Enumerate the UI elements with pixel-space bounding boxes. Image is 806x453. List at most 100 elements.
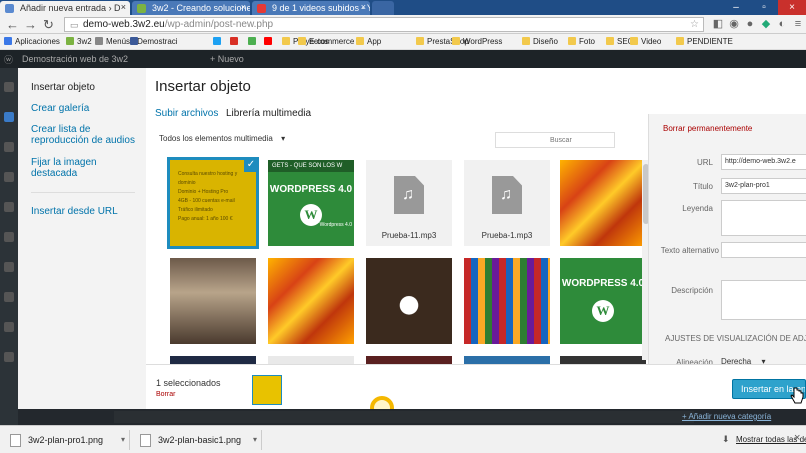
comments-icon[interactable]: [4, 202, 14, 212]
tab-title: Añadir nueva entrada › D: [20, 3, 121, 13]
minimize-icon[interactable]: –: [722, 0, 750, 15]
menu-create-audio-playlist[interactable]: Crear lista de reproducción de audios: [31, 124, 141, 146]
delete-permanently-link[interactable]: Borrar permanentemente: [663, 124, 752, 133]
maximize-icon[interactable]: ▫: [750, 0, 778, 15]
bookmark-item[interactable]: [130, 36, 141, 48]
attachment-filename: Prueba-11.mp3: [381, 231, 437, 240]
bookmark-item[interactable]: Video: [630, 36, 661, 48]
attachment-tile[interactable]: GETS - QUE SON LOS W WORDPRESS 4.0 W Wordpr…: [268, 160, 354, 246]
tools-icon[interactable]: [4, 322, 14, 332]
new-content-menu[interactable]: + Nuevo: [210, 54, 244, 64]
search-input[interactable]: [495, 132, 615, 148]
folder-icon: [606, 37, 614, 45]
menu-insert-object[interactable]: Insertar objeto: [31, 82, 141, 93]
appearance-icon[interactable]: [4, 232, 14, 242]
bookmark-item[interactable]: WordPress: [452, 36, 502, 48]
bookmark-item[interactable]: 3w2: [66, 36, 92, 48]
bookmark-item[interactable]: [248, 36, 259, 48]
bookmark-item[interactable]: E-commerce: [298, 36, 354, 48]
extension-icon[interactable]: ◐: [776, 18, 788, 30]
address-bar[interactable]: ▭ demo-web.3w2.eu/wp-admin/post-new.php …: [64, 17, 704, 32]
extension-icon[interactable]: ◆: [760, 18, 772, 30]
wordpress-favicon-icon: [5, 4, 14, 13]
chevron-down-icon[interactable]: ▾: [121, 430, 125, 450]
new-tab-button[interactable]: [372, 1, 394, 15]
bookmarks-bar: Aplicaciones 3w2 Menús - Demostraci Proyect…: [0, 34, 806, 50]
menu-create-gallery[interactable]: Crear galería: [31, 103, 141, 114]
bookmark-label: Aplicaciones: [15, 37, 60, 46]
thumbnail-text: Tráfico ilimitado: [178, 207, 213, 213]
tab-upload-files[interactable]: Subir archivos: [155, 108, 218, 119]
bookmark-item[interactable]: [264, 36, 275, 48]
tab-anadir-entrada[interactable]: Añadir nueva entrada › D ×: [0, 1, 130, 15]
attachment-tile[interactable]: ♫ Prueba-11.mp3: [366, 160, 452, 246]
close-tab-icon[interactable]: ×: [241, 2, 246, 12]
settings-icon[interactable]: [4, 352, 14, 362]
chevron-down-icon[interactable]: ▾: [253, 430, 257, 450]
window-close-icon[interactable]: ×: [778, 0, 806, 15]
extension-icon[interactable]: ◧: [712, 18, 724, 30]
pages-icon[interactable]: [4, 172, 14, 182]
reload-icon[interactable]: ↻: [43, 17, 54, 32]
attachment-details: Borrar permanentemente URL http://demo-w…: [648, 114, 806, 376]
close-shelf-icon[interactable]: ×: [794, 432, 800, 444]
attachment-tile[interactable]: [560, 160, 646, 246]
bookmark-item[interactable]: PENDIENTE: [676, 36, 733, 48]
download-item[interactable]: 3w2-plan-basic1.png ▾: [134, 430, 262, 450]
attachment-tile[interactable]: WORDPRESS 4.0 W: [560, 258, 646, 344]
wordpress-logo-icon[interactable]: ⓦ: [4, 53, 13, 66]
selection-thumbnail[interactable]: [252, 375, 282, 405]
attachment-tile[interactable]: [170, 258, 256, 344]
users-icon[interactable]: [4, 292, 14, 302]
attachment-tile[interactable]: [464, 258, 550, 344]
url-field[interactable]: http://demo-web.3w2.e: [721, 154, 806, 170]
site-name[interactable]: Demostración web de 3w2: [22, 54, 128, 64]
media-type-filter[interactable]: Todos los elementos multimedia ▾: [159, 134, 285, 143]
bookmark-item[interactable]: App: [356, 36, 381, 48]
attachment-tile[interactable]: [268, 258, 354, 344]
description-field[interactable]: [721, 280, 806, 320]
clear-selection-link[interactable]: Borrar: [156, 391, 175, 398]
tab-3w2[interactable]: 3w2 - Creando solucione ×: [132, 1, 250, 15]
tab-youtube[interactable]: 9 de 1 videos subidos - Yo ×: [252, 1, 370, 15]
bookmark-item[interactable]: [213, 36, 224, 48]
caption-field[interactable]: [721, 200, 806, 236]
url-label: URL: [696, 158, 713, 167]
folder-icon: [676, 37, 684, 45]
dashboard-icon[interactable]: [4, 82, 14, 92]
menu-set-featured-image[interactable]: Fijar la imagen destacada: [31, 157, 141, 179]
alt-text-field[interactable]: [721, 242, 806, 258]
extension-icon[interactable]: ◉: [728, 18, 740, 30]
bookmark-item[interactable]: [230, 36, 241, 48]
menu-separator: [31, 192, 135, 193]
download-item[interactable]: 3w2-plan-pro1.png ▾: [4, 430, 130, 450]
check-icon[interactable]: ✓: [244, 160, 256, 172]
plugins-icon[interactable]: [4, 262, 14, 272]
tab-media-library[interactable]: Librería multimedia: [226, 108, 311, 119]
media-modal: Insertar objeto Crear galería Crear list…: [18, 68, 806, 420]
bookmark-item[interactable]: Foto: [568, 36, 595, 48]
close-tab-icon[interactable]: ×: [361, 2, 366, 12]
attachment-tile[interactable]: Consulta nuestro hosting y dominio Domini…: [167, 157, 259, 249]
bell-icon[interactable]: ●: [744, 18, 756, 30]
download-filename: 3w2-plan-basic1.png: [158, 435, 242, 445]
thumbnail-title: WORDPRESS 4.0: [269, 184, 353, 195]
back-icon[interactable]: ←: [6, 17, 19, 32]
url-host: demo-web.3w2.eu: [83, 19, 165, 30]
close-tab-icon[interactable]: ×: [121, 2, 126, 12]
posts-icon[interactable]: [4, 112, 14, 122]
attachment-tile[interactable]: [366, 258, 452, 344]
bookmark-item[interactable]: Diseño: [522, 36, 558, 48]
forward-icon[interactable]: →: [24, 17, 37, 32]
bookmark-item[interactable]: Aplicaciones: [4, 36, 60, 48]
attachments-grid: Consulta nuestro hosting y dominio Domini…: [150, 152, 650, 376]
bookmark-favicon-icon: [230, 37, 238, 45]
thumbnail-text: Dominio + Hosting Pro: [178, 189, 229, 195]
add-category-link[interactable]: + Añadir nueva categoría: [682, 412, 771, 421]
attachment-tile[interactable]: ♫ Prueba-1.mp3: [464, 160, 550, 246]
menu-insert-from-url[interactable]: Insertar desde URL: [31, 206, 141, 217]
media-icon[interactable]: [4, 142, 14, 152]
title-field[interactable]: 3w2-plan-pro1: [721, 178, 806, 194]
bookmark-star-icon[interactable]: ☆: [690, 18, 699, 31]
menu-icon[interactable]: ≡: [792, 18, 804, 30]
